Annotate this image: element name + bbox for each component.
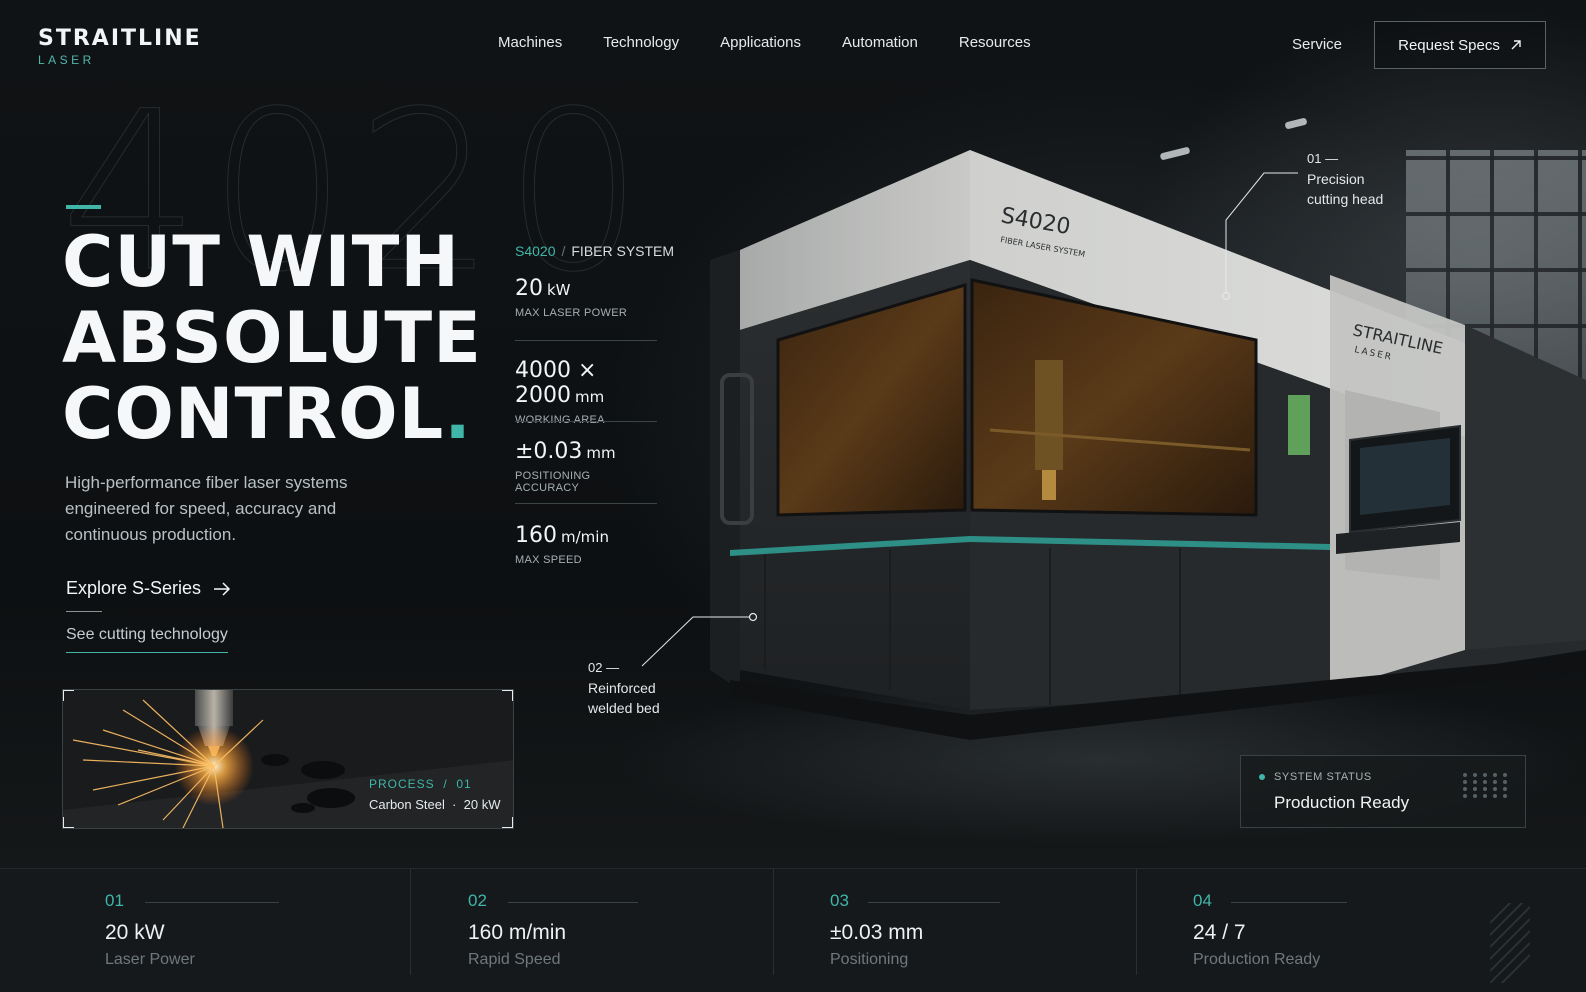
- stat-number: 04: [1193, 891, 1212, 910]
- stat-separator: [410, 869, 411, 975]
- frame-corner: [502, 690, 513, 701]
- spec-heading-separator: /: [561, 243, 566, 259]
- callout-cutting-head: 01 — Precision cutting head: [1307, 149, 1383, 209]
- nav-item-applications[interactable]: Applications: [720, 34, 801, 51]
- stats-bar: 01 20 kW Laser Power 02 160 m/min Rapid …: [0, 868, 1586, 992]
- spec-system: FIBER SYSTEM: [571, 243, 675, 259]
- stat-number: 01: [105, 891, 124, 910]
- frame-corner: [502, 817, 513, 828]
- spec-value: 160: [515, 523, 557, 548]
- spec-label: POSITIONING ACCURACY: [515, 470, 591, 494]
- headline-line-3: CONTROL: [62, 373, 445, 455]
- hero-subtext: High-performance fiber laser systems eng…: [65, 473, 348, 544]
- stat-item: 02 160 m/min Rapid Speed: [468, 869, 728, 992]
- spec-label: MAX LASER POWER: [515, 307, 628, 319]
- spec-item: 160 m/min MAX SPEED: [515, 523, 657, 566]
- callout-number: 01 —: [1307, 151, 1339, 166]
- laser-machine-image: S4020 FIBER LASER SYSTEM STRAITLINE LASE…: [710, 150, 1586, 740]
- callout-welded-bed: 02 — Reinforced welded bed: [588, 658, 660, 718]
- arrow-up-right-icon: [1511, 40, 1521, 50]
- stat-number: 02: [468, 891, 487, 910]
- stat-line: [508, 902, 638, 903]
- nav-item-resources[interactable]: Resources: [959, 34, 1031, 51]
- status-label: SYSTEM STATUS: [1274, 771, 1372, 783]
- nav-item-automation[interactable]: Automation: [842, 34, 918, 51]
- nav-item-service[interactable]: Service: [1292, 36, 1342, 53]
- diagonal-hatch-icon: [1490, 903, 1530, 983]
- spec-item: 4000 × 2000 mm WORKING AREA: [515, 358, 657, 426]
- explore-underline: [66, 611, 102, 612]
- ceiling-light: [1284, 117, 1308, 130]
- main-nav: Machines Technology Applications Automat…: [498, 34, 1072, 51]
- explore-series-link[interactable]: Explore S-Series: [66, 578, 231, 599]
- stat-value: 20 kW: [105, 921, 165, 944]
- dot-grid-icon: [1463, 773, 1510, 798]
- stat-label: Production Ready: [1193, 951, 1321, 968]
- stat-item: 01 20 kW Laser Power: [105, 869, 365, 992]
- frame-corner: [63, 817, 74, 828]
- stat-item: 03 ±0.03 mm Positioning: [830, 869, 1090, 992]
- headline-line-1: CUT WITH: [62, 221, 460, 303]
- stat-line: [145, 902, 279, 903]
- spec-divider: [515, 421, 657, 422]
- spec-unit: m/min: [561, 528, 609, 546]
- page-headline: CUT WITH ABSOLUTE CONTROL.: [62, 224, 482, 452]
- explore-series-label: Explore S-Series: [66, 578, 202, 598]
- brand-sub: LASER: [38, 53, 95, 67]
- spec-label: MAX SPEED: [515, 554, 582, 566]
- spec-divider: [515, 340, 657, 341]
- stat-number: 03: [830, 891, 849, 910]
- hero-stage: 4020 STRAITLINE LASER Machines Technolog…: [0, 0, 1586, 992]
- spec-unit: kW: [547, 281, 571, 299]
- request-specs-button[interactable]: Request Specs: [1374, 21, 1546, 69]
- stat-label: Laser Power: [105, 951, 195, 968]
- request-specs-label: Request Specs: [1398, 36, 1500, 54]
- spec-value: 20: [515, 276, 543, 301]
- cutting-technology-link[interactable]: See cutting technology: [66, 626, 228, 653]
- spec-unit: mm: [586, 444, 616, 462]
- headline-dot: .: [444, 373, 472, 455]
- brand-name: STRAITLINE: [38, 26, 202, 51]
- stat-line: [1231, 902, 1347, 903]
- process-value: Carbon Steel · 20 kW: [369, 797, 501, 812]
- stat-value: 160 m/min: [468, 921, 567, 944]
- brand-logo[interactable]: STRAITLINE LASER: [38, 26, 202, 67]
- callout-number: 02 —: [588, 660, 620, 675]
- status-value: Production Ready: [1274, 793, 1410, 812]
- spec-model: S4020: [515, 243, 556, 259]
- status-dot-icon: [1259, 774, 1265, 780]
- stat-value: ±0.03 mm: [830, 921, 924, 944]
- spec-value: ±0.03: [515, 439, 583, 464]
- spec-unit: mm: [575, 388, 605, 406]
- process-card[interactable]: PROCESS / 01 Carbon Steel · 20 kW: [62, 689, 514, 829]
- callout-text-line: Reinforced: [588, 680, 656, 696]
- callout-text-line: cutting head: [1307, 191, 1384, 207]
- callout-text-line: welded bed: [588, 700, 660, 716]
- spec-label: WORKING AREA: [515, 414, 605, 426]
- spec-heading: S4020 / FIBER SYSTEM: [515, 243, 674, 259]
- headline-line-2: ABSOLUTE: [62, 297, 482, 379]
- frame-corner: [63, 690, 74, 701]
- system-status-card: SYSTEM STATUS Production Ready: [1240, 755, 1526, 828]
- nav-item-technology[interactable]: Technology: [603, 34, 679, 51]
- arrow-right-icon: [214, 581, 231, 596]
- callout-text-line: Precision: [1307, 171, 1365, 187]
- stat-line: [868, 902, 1000, 903]
- stat-separator: [773, 869, 774, 975]
- spec-item: ±0.03 mm POSITIONING ACCURACY: [515, 439, 657, 494]
- headline-accent-bar: [66, 205, 101, 209]
- stat-value: 24 / 7: [1193, 921, 1246, 944]
- stat-label: Rapid Speed: [468, 951, 561, 968]
- process-label: PROCESS / 01: [369, 777, 472, 791]
- stat-label: Positioning: [830, 951, 909, 968]
- nav-item-machines[interactable]: Machines: [498, 34, 562, 51]
- stat-separator: [1136, 869, 1137, 975]
- stat-item: 04 24 / 7 Production Ready: [1193, 869, 1453, 992]
- spec-divider: [515, 503, 657, 504]
- spec-item: 20 kW MAX LASER POWER: [515, 276, 657, 319]
